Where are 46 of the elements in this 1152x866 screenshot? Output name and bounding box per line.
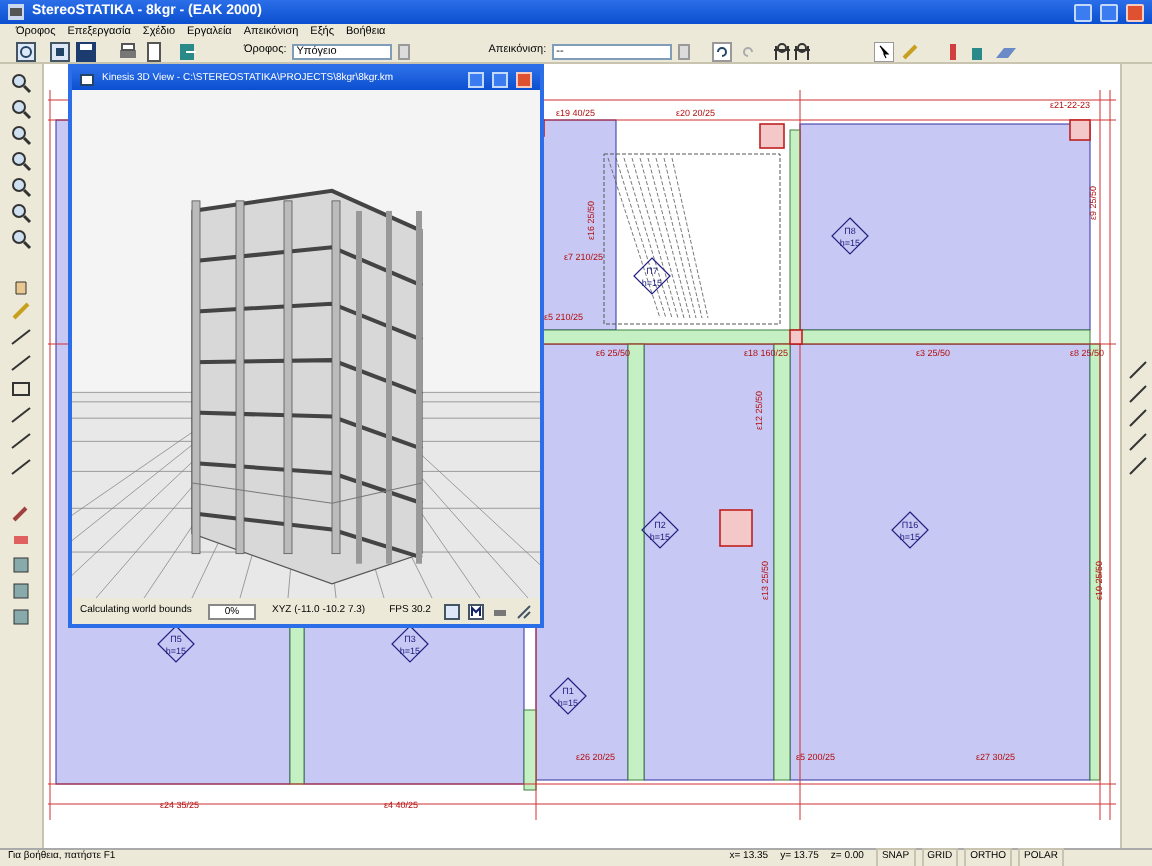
brush-icon[interactable] [10,502,32,524]
app-icon [8,4,24,20]
line-icon[interactable] [10,404,32,426]
magnifier-icon[interactable] [10,150,32,172]
slab-marker [891,511,929,549]
document-icon[interactable] [144,41,164,61]
magnifier-icon[interactable] [10,176,32,198]
slab-marker [633,257,671,295]
pointer-icon[interactable] [874,41,895,61]
line-icon[interactable] [10,352,32,374]
slab-marker [641,511,679,549]
maximize-button[interactable] [492,71,508,87]
slab-marker [391,625,429,663]
magnifier-icon[interactable] [10,228,32,250]
window-icon [80,73,94,85]
beam [523,709,537,791]
close-button[interactable] [516,71,532,87]
structure-icon[interactable] [772,41,813,61]
rectangle-icon[interactable] [10,378,32,400]
column [719,509,753,547]
column [1069,119,1091,141]
save-icon[interactable] [76,41,96,61]
maximize-button[interactable] [1100,3,1118,21]
line-icon[interactable] [10,430,32,452]
close-button[interactable] [1126,3,1144,21]
line-icon[interactable] [10,456,32,478]
slab-marker [157,625,195,663]
resize-icon[interactable] [516,603,532,619]
line-icon[interactable] [1127,432,1147,452]
line-icon[interactable] [1127,384,1147,404]
column [789,329,803,345]
minimize-button[interactable] [468,71,484,87]
magnifier-icon[interactable] [10,202,32,224]
m-icon[interactable] [468,603,484,619]
slab-marker [831,217,869,255]
undo-icon[interactable] [712,41,733,61]
column [759,123,785,149]
line-icon[interactable] [1127,456,1147,476]
magnifier-icon[interactable] [10,72,32,94]
minimize-button[interactable] [1074,3,1092,21]
slab-marker [549,677,587,715]
line-icon[interactable] [1127,408,1147,428]
magnifier-icon[interactable] [10,124,32,146]
line-icon[interactable] [1127,360,1147,380]
line-icon[interactable] [10,326,32,348]
magnifier-icon[interactable] [10,98,32,120]
